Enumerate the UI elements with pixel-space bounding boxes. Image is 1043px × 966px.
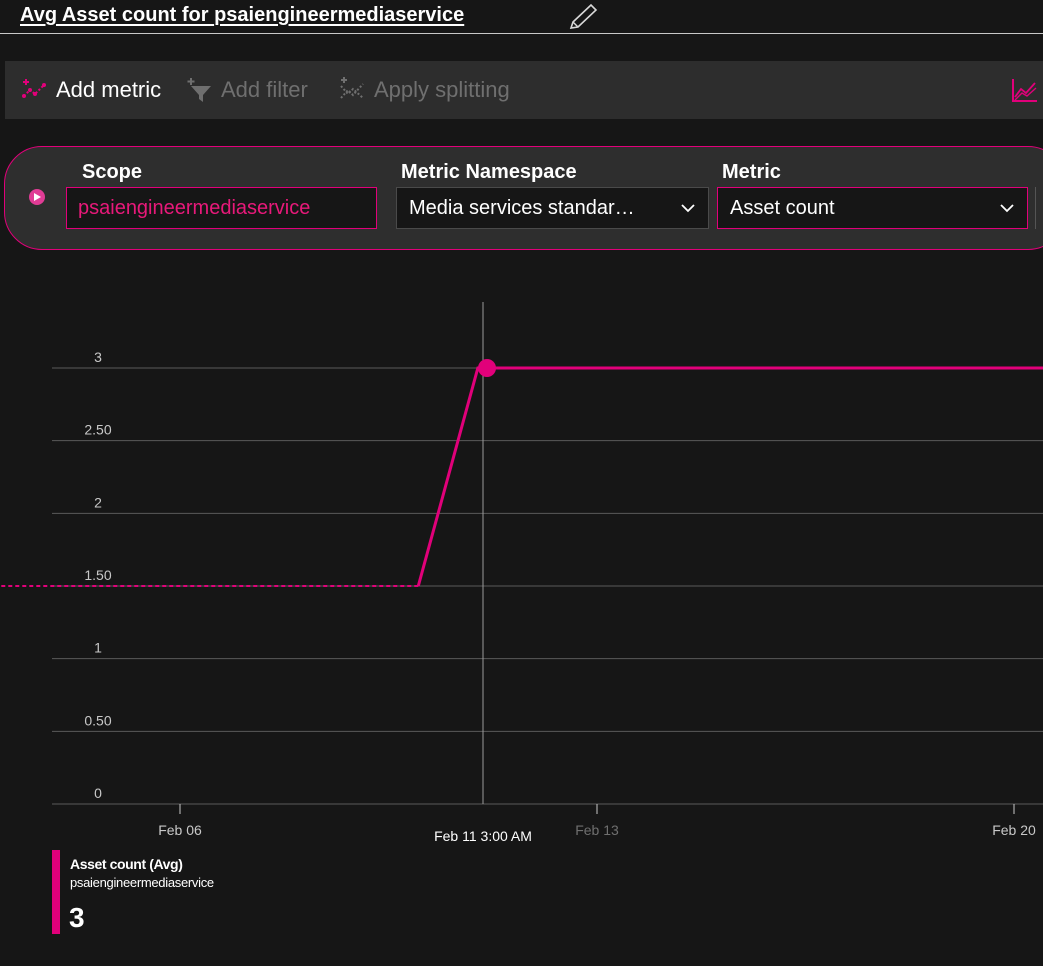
chart-title[interactable]: Avg Asset count for psaiengineermediaser…: [20, 4, 464, 27]
add-metric-label: Add metric: [56, 77, 162, 102]
y-tick-label: 2.50: [84, 422, 111, 438]
x-tick-label: Feb 20: [992, 822, 1036, 838]
edit-pencil-icon[interactable]: [565, 2, 601, 32]
legend-series-name: Asset count (Avg): [70, 856, 183, 872]
chart-title-resource: psaiengineermediaservice: [214, 4, 465, 26]
apply-splitting-label: Apply splitting: [374, 77, 510, 102]
chevron-down-icon: [1000, 204, 1014, 213]
y-tick-label: 1: [94, 640, 102, 656]
add-filter-label: Add filter: [221, 77, 308, 102]
legend-resource-name: psaiengineermediaservice: [70, 875, 214, 890]
add-metric-icon: [22, 79, 46, 98]
metric-line-chart[interactable]: 0 0.50 1 1.50 2 2.50 3 Feb 06 Feb 13 Feb 20 Feb 11…: [0, 290, 1043, 860]
chart-title-prefix: Avg Asset count for: [20, 4, 215, 26]
namespace-value: Media services standar…: [409, 196, 635, 219]
x-tick-label: Feb 13: [575, 822, 619, 838]
metric-selector-row: Scope Metric Namespace Metric psaiengine…: [4, 146, 1043, 250]
y-tick-label: 0.50: [84, 712, 111, 728]
cursor-date-label: Feb 11 3:00 AM: [434, 828, 532, 844]
toolbar: Add metric Add filter Apply splitting: [5, 61, 1043, 119]
series-line: [416, 366, 1043, 587]
chevron-down-icon: [681, 204, 695, 213]
y-tick-label: 0: [94, 785, 102, 801]
namespace-label: Metric Namespace: [401, 161, 577, 183]
scope-label: Scope: [82, 161, 143, 183]
add-filter-icon: [187, 78, 211, 102]
namespace-dropdown[interactable]: Media services standar…: [396, 187, 709, 229]
add-metric-button[interactable]: Add metric: [20, 61, 161, 119]
x-tick-label: Feb 06: [158, 822, 202, 838]
legend-value: 3: [69, 902, 85, 933]
y-tick-label: 1.50: [84, 567, 111, 583]
scope-play-icon: [29, 189, 45, 205]
metric-label: Metric: [722, 161, 781, 183]
add-filter-button[interactable]: Add filter: [185, 61, 308, 119]
chart-legend[interactable]: Asset count (Avg) psaiengineermediaservi…: [52, 850, 312, 934]
metric-value: Asset count: [730, 196, 835, 219]
title-underline: [0, 33, 1043, 34]
y-tick-label: 3: [94, 349, 102, 365]
apply-splitting-button[interactable]: Apply splitting: [338, 61, 510, 119]
chart-title-bar: Avg Asset count for psaiengineermediaser…: [0, 0, 1043, 34]
y-tick-label: 2: [94, 494, 102, 510]
scope-input[interactable]: psaiengineermediaservice: [66, 187, 377, 229]
row-divider: [1035, 187, 1036, 229]
cursor-data-point: [478, 359, 496, 377]
legend-color-bar: [52, 850, 60, 934]
chart-type-icon[interactable]: [1009, 75, 1039, 105]
apply-splitting-icon: [340, 77, 364, 99]
scope-value: psaiengineermediaservice: [78, 196, 311, 219]
metric-dropdown[interactable]: Asset count: [717, 187, 1028, 229]
